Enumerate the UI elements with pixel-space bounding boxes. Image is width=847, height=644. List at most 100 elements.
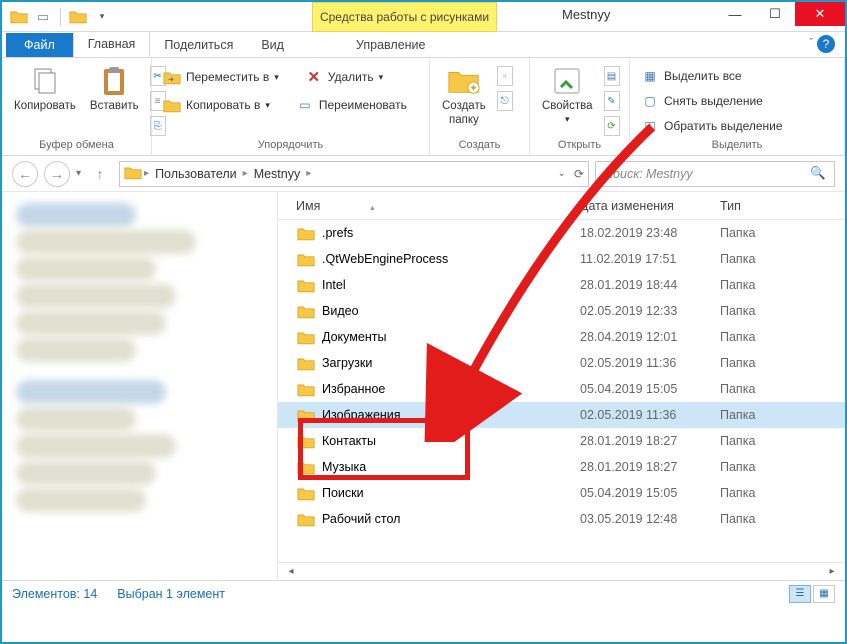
column-headers: Имя▴ Дата изменения Тип — [278, 192, 845, 220]
table-row[interactable]: Intel28.01.2019 18:44Папка — [278, 272, 845, 298]
chevron-right-icon[interactable]: ▸ — [243, 168, 248, 179]
contextual-tab-title: Средства работы с рисунками — [312, 2, 497, 32]
col-type[interactable]: Тип — [720, 199, 790, 213]
open-button[interactable]: ▤ — [604, 66, 620, 86]
minimize-button[interactable]: — — [715, 2, 755, 26]
table-row[interactable]: .prefs18.02.2019 23:48Папка — [278, 220, 845, 246]
dropdown-icon[interactable]: ⌄ — [558, 168, 566, 179]
separator — [60, 8, 61, 26]
group-open: Свойства ▾ ▤ ✎ ⟳ Открыть — [530, 58, 630, 155]
easy-access-button[interactable]: ⎋ — [497, 91, 513, 111]
cell-date: 28.01.2019 18:44 — [580, 278, 720, 292]
view-mode-buttons: ☰ ▦ — [789, 585, 835, 603]
cell-date: 02.05.2019 11:36 — [580, 356, 720, 370]
recent-dropdown-icon[interactable]: ▾ — [76, 168, 81, 179]
maximize-button[interactable]: ☐ — [755, 2, 795, 26]
dropdown-icon: ▾ — [265, 100, 270, 111]
cell-date: 05.04.2019 15:05 — [580, 382, 720, 396]
cell-name: Поиски — [322, 486, 580, 500]
col-name[interactable]: Имя▴ — [296, 199, 580, 213]
cell-name: Видео — [322, 304, 580, 318]
copyto-button[interactable]: Копировать в ▾ — [160, 94, 273, 116]
back-button[interactable]: ← — [12, 161, 38, 187]
tab-home[interactable]: Главная — [73, 31, 151, 57]
new-folder-label1: Создать — [442, 100, 486, 112]
qat-overflow-icon[interactable]: ▾ — [93, 8, 111, 26]
tab-manage[interactable]: Управление — [342, 33, 440, 57]
details-view-button[interactable]: ☰ — [789, 585, 811, 603]
delete-button[interactable]: ✕Удалить ▾ — [302, 66, 386, 88]
table-row[interactable]: Видео02.05.2019 12:33Папка — [278, 298, 845, 324]
cell-name: Изображения — [322, 408, 580, 422]
paste-button[interactable]: Вставить — [86, 62, 143, 114]
tab-file[interactable]: Файл — [6, 33, 73, 57]
horizontal-scrollbar[interactable]: ◂ ▸ — [278, 562, 845, 580]
up-button[interactable]: ↑ — [87, 161, 113, 187]
folder-icon — [296, 276, 316, 294]
cell-name: Intel — [322, 278, 580, 292]
edit-button[interactable]: ✎ — [604, 91, 620, 111]
cell-date: 02.05.2019 12:33 — [580, 304, 720, 318]
table-row[interactable]: Изображения02.05.2019 11:36Папка — [278, 402, 845, 428]
search-box[interactable]: Поиск: Mestnyy 🔍 — [595, 161, 835, 187]
refresh-icon[interactable]: ⟳ — [574, 167, 584, 181]
cell-type: Папка — [720, 278, 790, 292]
table-row[interactable]: .QtWebEngineProcess11.02.2019 17:51Папка — [278, 246, 845, 272]
window-buttons: — ☐ ✕ — [715, 2, 845, 26]
chevron-right-icon[interactable]: ▸ — [306, 168, 311, 179]
cell-type: Папка — [720, 330, 790, 344]
properties-button[interactable]: Свойства ▾ — [538, 62, 597, 127]
grid-icon: ▦ — [819, 588, 828, 599]
address-box[interactable]: ▸ Пользователи ▸ Mestnyy ▸ ⌄ ⟳ — [119, 161, 589, 187]
ribbon-tabs: Файл Главная Поделиться Вид Управление ˇ… — [2, 32, 845, 58]
cell-name: Музыка — [322, 460, 580, 474]
rename-button[interactable]: ▭Переименовать — [293, 94, 410, 116]
dropdown-icon: ▾ — [379, 72, 384, 83]
close-button[interactable]: ✕ — [795, 2, 845, 26]
scroll-right-icon[interactable]: ▸ — [823, 566, 841, 577]
navigation-pane[interactable] — [2, 192, 278, 580]
table-row[interactable]: Загрузки02.05.2019 11:36Папка — [278, 350, 845, 376]
properties-icon[interactable]: ▭ — [34, 8, 52, 26]
item-count: Элементов: 14 — [12, 587, 97, 601]
table-row[interactable]: Поиски05.04.2019 15:05Папка — [278, 480, 845, 506]
copy-button[interactable]: Копировать — [10, 62, 80, 114]
forward-button[interactable]: → — [44, 161, 70, 187]
group-clipboard-label: Буфер обмена — [10, 139, 143, 153]
folder-icon — [296, 302, 316, 320]
thumbnails-view-button[interactable]: ▦ — [813, 585, 835, 603]
cell-name: Рабочий стол — [322, 512, 580, 526]
cell-type: Папка — [720, 382, 790, 396]
address-bar: ← → ▾ ↑ ▸ Пользователи ▸ Mestnyy ▸ ⌄ ⟳ П… — [2, 156, 845, 192]
table-row[interactable]: Избранное05.04.2019 15:05Папка — [278, 376, 845, 402]
col-date[interactable]: Дата изменения — [580, 199, 720, 213]
table-row[interactable]: Рабочий стол03.05.2019 12:48Папка — [278, 506, 845, 532]
select-invert-button[interactable]: ◫Обратить выделение — [638, 115, 786, 137]
history-button[interactable]: ⟳ — [604, 116, 620, 136]
select-none-button[interactable]: ▢Снять выделение — [638, 90, 786, 112]
help-icon[interactable]: ? — [817, 35, 835, 53]
crumb-folder[interactable]: Mestnyy — [250, 167, 305, 181]
tab-view[interactable]: Вид — [247, 33, 298, 57]
folder-icon[interactable] — [10, 8, 28, 26]
new-folder-icon[interactable] — [69, 8, 87, 26]
chevron-right-icon[interactable]: ▸ — [144, 168, 149, 179]
cell-date: 28.01.2019 18:27 — [580, 434, 720, 448]
table-row[interactable]: Контакты28.01.2019 18:27Папка — [278, 428, 845, 454]
list-body[interactable]: .prefs18.02.2019 23:48Папка.QtWebEngineP… — [278, 220, 845, 562]
new-item-button[interactable]: ▫ — [497, 66, 513, 86]
table-row[interactable]: Документы28.04.2019 12:01Папка — [278, 324, 845, 350]
table-row[interactable]: Музыка28.01.2019 18:27Папка — [278, 454, 845, 480]
new-folder-button[interactable]: ✦ Создать папку — [438, 62, 490, 128]
scroll-left-icon[interactable]: ◂ — [282, 566, 300, 577]
select-all-button[interactable]: ▦Выделить все — [638, 65, 786, 87]
tab-share[interactable]: Поделиться — [150, 33, 247, 57]
collapse-ribbon-icon[interactable]: ˇ — [809, 37, 813, 49]
crumb-users[interactable]: Пользователи — [151, 167, 241, 181]
folder-icon — [296, 224, 316, 242]
select-none-icon: ▢ — [641, 92, 659, 110]
cell-name: .prefs — [322, 226, 580, 240]
group-open-label: Открыть — [538, 139, 621, 153]
dropdown-icon: ▾ — [565, 114, 570, 125]
moveto-button[interactable]: Переместить в ▾ — [160, 66, 282, 88]
